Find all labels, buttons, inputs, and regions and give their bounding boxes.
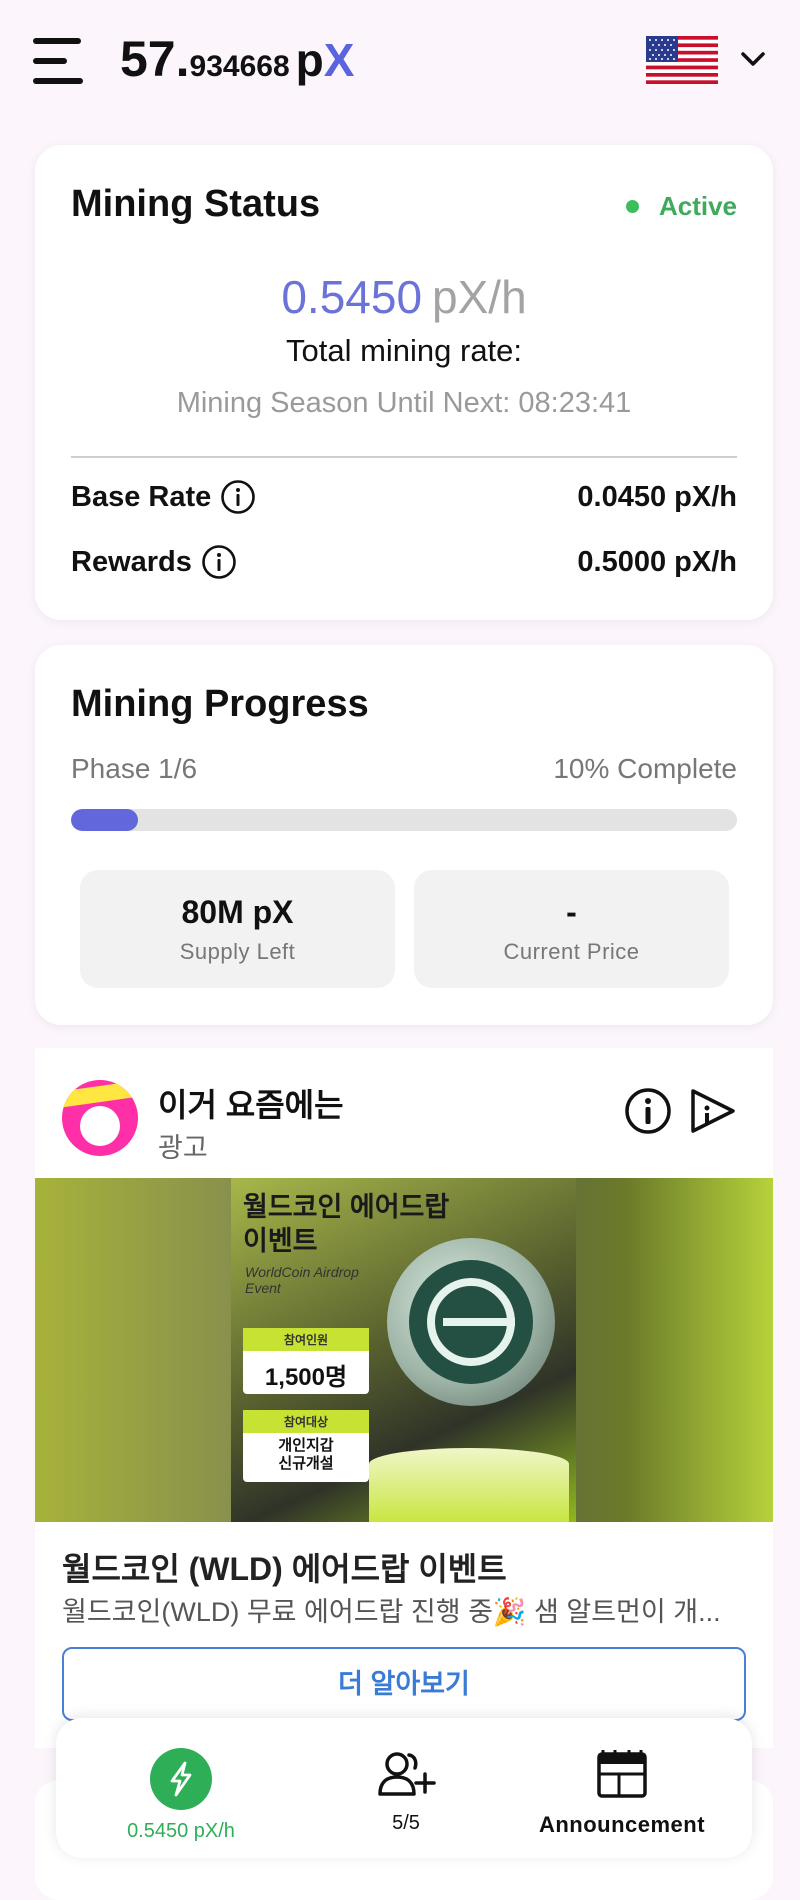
ad-image-english-line: WorldCoin Airdrop <box>245 1264 359 1280</box>
hamburger-menu-icon[interactable] <box>33 38 85 84</box>
ad-image-heading-line: 월드코인 에어드랍 <box>243 1192 450 1222</box>
worldcoin-logo-icon <box>387 1238 555 1406</box>
season-countdown: Mining Season Until Next: 08:23:41 <box>176 387 632 419</box>
ad-choices-icon[interactable] <box>687 1086 739 1136</box>
base-rate-row: Base Rate 0.0450 pX/h <box>71 475 737 519</box>
phase-row: Phase 1/6 10% Complete <box>71 753 737 785</box>
current-price-value: - <box>566 894 577 930</box>
mining-status-title: Mining Status <box>71 183 321 225</box>
mining-progress-title: Mining Progress <box>71 683 369 725</box>
nav-mining-rate[interactable]: 0.5450 pX/h <box>111 1748 251 1843</box>
pedestal-graphic <box>369 1448 569 1522</box>
ad-image[interactable]: 월드코인 에어드랍 이벤트 WorldCoin Airdrop Event 참여… <box>35 1178 773 1522</box>
chevron-down-icon[interactable] <box>738 44 768 74</box>
mining-status-card: Mining Status Active 0.5450 pX/h Total mi… <box>35 145 773 620</box>
info-icon[interactable] <box>201 544 237 580</box>
top-bar: 57.934668 pX <box>0 0 800 125</box>
supply-left-value: 80M pX <box>181 894 294 930</box>
nav-announcement[interactable]: Announcement <box>522 1748 722 1838</box>
target-box: 참여대상 개인지갑 신규개설 <box>243 1410 369 1482</box>
advertiser-avatar[interactable] <box>62 1080 138 1156</box>
add-user-icon <box>378 1752 436 1796</box>
phase-label: Phase 1/6 <box>71 753 198 784</box>
newspaper-icon <box>597 1750 647 1798</box>
divider <box>71 456 737 458</box>
rewards-label: Rewards <box>71 544 237 580</box>
supply-left-stat: 80M pX Supply Left <box>80 870 395 988</box>
advertiser-name[interactable]: 이거 요즘에는 <box>158 1080 344 1126</box>
balance-unit-x: X <box>323 34 355 86</box>
rewards-label-text: Rewards <box>71 545 192 578</box>
participants-value: 1,500명 <box>264 1364 348 1391</box>
target-title: 참여대상 <box>243 1410 369 1433</box>
ad-card[interactable]: 이거 요즘에는 광고 월드코인 에어드랍 이벤트 WorldCoin Airdr… <box>35 1048 773 1748</box>
progress-bar <box>71 809 737 831</box>
ad-body: 월드코인(WLD) 무료 에어드랍 진행 중🎉 샘 알트먼이 개... <box>62 1597 721 1627</box>
balance-unit-p: p <box>295 34 324 86</box>
total-rate: 0.5450 pX/h <box>35 270 773 324</box>
total-rate-value: 0.5450 <box>281 271 423 323</box>
nav-announcement-label: Announcement <box>538 1812 706 1837</box>
base-rate-label-text: Base Rate <box>71 480 212 513</box>
rewards-row: Rewards 0.5000 pX/h <box>71 540 737 584</box>
nav-invite-label: 5/5 <box>392 1812 420 1834</box>
mining-progress-card: Mining Progress Phase 1/6 10% Complete 8… <box>35 645 773 1025</box>
lightning-icon <box>150 1748 212 1810</box>
ad-image-heading: 월드코인 에어드랍 이벤트 <box>243 1190 449 1258</box>
us-flag-icon[interactable] <box>646 36 718 84</box>
target-value-line: 개인지갑 <box>278 1437 334 1454</box>
current-price-stat: - Current Price <box>414 870 729 988</box>
ad-headline[interactable]: 월드코인 (WLD) 에어드랍 이벤트 <box>62 1544 507 1590</box>
sponsored-label: 광고 <box>158 1133 208 1163</box>
bottom-nav: 0.5450 pX/h 5/5 Announcement <box>56 1718 752 1858</box>
ad-image-heading-line: 이벤트 <box>243 1226 318 1256</box>
info-icon[interactable] <box>220 479 256 515</box>
base-rate-label: Base Rate <box>71 479 256 515</box>
participants-box: 참여인원 1,500명 <box>243 1328 369 1394</box>
ad-image-english: WorldCoin Airdrop Event <box>245 1264 359 1296</box>
completion-label: 10% Complete <box>553 753 737 784</box>
balance-decimal: 934668 <box>189 50 290 83</box>
balance-unit: pX <box>296 34 355 86</box>
base-rate-value: 0.0450 pX/h <box>577 480 737 513</box>
target-value: 개인지갑 신규개설 <box>243 1433 369 1473</box>
nav-mining-rate-label: 0.5450 pX/h <box>127 1820 235 1842</box>
balance-display: 57.934668 pX <box>120 30 354 88</box>
active-dot-icon <box>625 200 639 213</box>
learn-more-button[interactable]: 더 알아보기 <box>62 1647 746 1721</box>
current-price-label: Current Price <box>503 939 640 964</box>
supply-left-label: Supply Left <box>179 939 296 964</box>
status-badge: Active <box>625 191 737 222</box>
target-value-line: 신규개설 <box>278 1455 334 1472</box>
total-rate-label: Total mining rate: <box>285 333 523 368</box>
status-badge-label: Active <box>658 191 737 221</box>
ad-info-icon[interactable] <box>623 1086 673 1136</box>
participants-title: 참여인원 <box>243 1328 369 1351</box>
ad-creative: 월드코인 에어드랍 이벤트 WorldCoin Airdrop Event 참여… <box>231 1178 576 1522</box>
total-rate-unit: pX/h <box>432 271 527 323</box>
rewards-value: 0.5000 pX/h <box>577 545 737 578</box>
progress-bar-fill <box>71 809 138 831</box>
ad-image-english-line: Event <box>245 1280 281 1296</box>
nav-invite[interactable]: 5/5 <box>331 1748 481 1835</box>
balance-integer: 57. <box>120 31 190 87</box>
